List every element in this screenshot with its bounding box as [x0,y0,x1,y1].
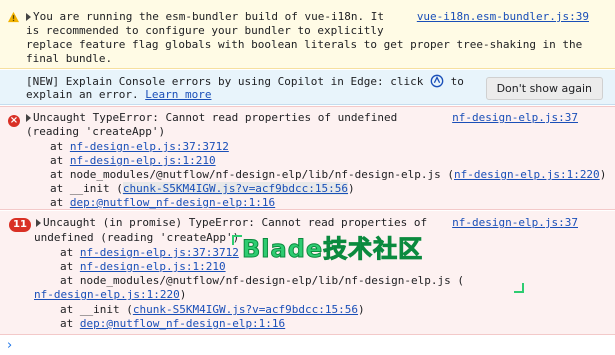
error-message: × Uncaught TypeError: Cannot read proper… [0,106,615,210]
stack-frame: at __init (chunk-S5KM4IGW.js?v=acf9bdcc:… [50,182,355,195]
warning-message: You are running the esm-bundler build of… [0,0,615,69]
stack-frame: at nf-design-elp.js:37:3712 [60,246,239,259]
stack-frame-link[interactable]: nf-design-elp.js:37:3712 [70,140,229,153]
stack-frame-link[interactable]: nf-design-elp.js:1:210 [70,154,216,167]
error-source-link[interactable]: nf-design-elp.js:37 [452,216,578,230]
stack-frame: at nf-design-elp.js:1:210 [60,260,226,273]
stack-frame-link[interactable]: chunk-S5KM4IGW.js?v=acf9bdcc:15:56 [133,303,358,316]
stack-frame: nf-design-elp.js:1:220) [34,288,187,301]
expand-arrow-icon[interactable] [36,219,41,227]
warning-line-2: is recommended to configure your bundler… [26,24,384,37]
watermark-text: Blade技术社区 [241,235,424,263]
expand-arrow-icon[interactable] [26,13,31,21]
error-title-line-2: undefined (reading 'createApp') [34,231,240,244]
copilot-icon[interactable] [430,74,444,88]
stack-frame-link[interactable]: chunk-S5KM4IGW.js?v=acf9bdcc:15:56 [122,182,349,195]
watermark-bracket [232,235,242,245]
warning-line-3: replace feature flag globals with boolea… [26,38,583,51]
error-title-line-1[interactable]: Uncaught TypeError: Cannot read properti… [26,111,397,125]
learn-more-link[interactable]: Learn more [145,88,211,101]
stack-frame: at nf-design-elp.js:1:210 [50,154,216,167]
stack-frame-link[interactable]: nf-design-elp.js:1:220 [34,288,180,301]
error-source-link[interactable]: nf-design-elp.js:37 [452,111,578,125]
warning-icon [7,11,20,23]
stack-frame: at __init (chunk-S5KM4IGW.js?v=acf9bdcc:… [60,303,365,316]
stack-frame-link[interactable]: nf-design-elp.js:1:220 [454,168,600,181]
warning-line-4: final bundle. [26,52,113,65]
stack-frame-link[interactable]: dep:@nutflow_nf-design-elp:1:16 [80,317,285,330]
stack-frame: at node_modules/@nutflow/nf-design-elp/l… [60,274,464,287]
watermark-bracket [514,283,524,293]
console-prompt-chevron-icon[interactable]: › [7,339,12,353]
info-line-2: explain an error. Learn more [26,88,212,101]
stack-frame: at nf-design-elp.js:37:3712 [50,140,229,153]
error-message: 11 Uncaught (in promise) TypeError: Cann… [0,211,615,335]
dont-show-again-button[interactable]: Don't show again [485,77,603,100]
expand-arrow-icon[interactable] [26,114,31,122]
stack-frame-link[interactable]: nf-design-elp.js:1:210 [80,260,226,273]
stack-frame: at dep:@nutflow_nf-design-elp:1:16 [60,317,286,330]
error-title-line-2: (reading 'createApp') [26,125,166,138]
warning-source-link[interactable]: vue-i18n.esm-bundler.js:39 [417,10,589,24]
stack-frame-link[interactable]: nf-design-elp.js:37:3712 [80,246,239,259]
info-line-1: [NEW] Explain Console errors by using Co… [26,74,464,88]
error-icon: × [8,115,20,127]
stack-frame-link[interactable]: dep:@nutflow_nf-design-elp:1:16 [70,196,275,209]
error-count-badge: 11 [9,218,31,232]
stack-frame: at dep:@nutflow_nf-design-elp:1:16 [50,196,276,209]
error-title-line-1[interactable]: Uncaught (in promise) TypeError: Cannot … [36,216,427,230]
stack-frame: at node_modules/@nutflow/nf-design-elp/l… [50,168,607,181]
warning-line-1[interactable]: You are running the esm-bundler build of… [26,10,384,24]
